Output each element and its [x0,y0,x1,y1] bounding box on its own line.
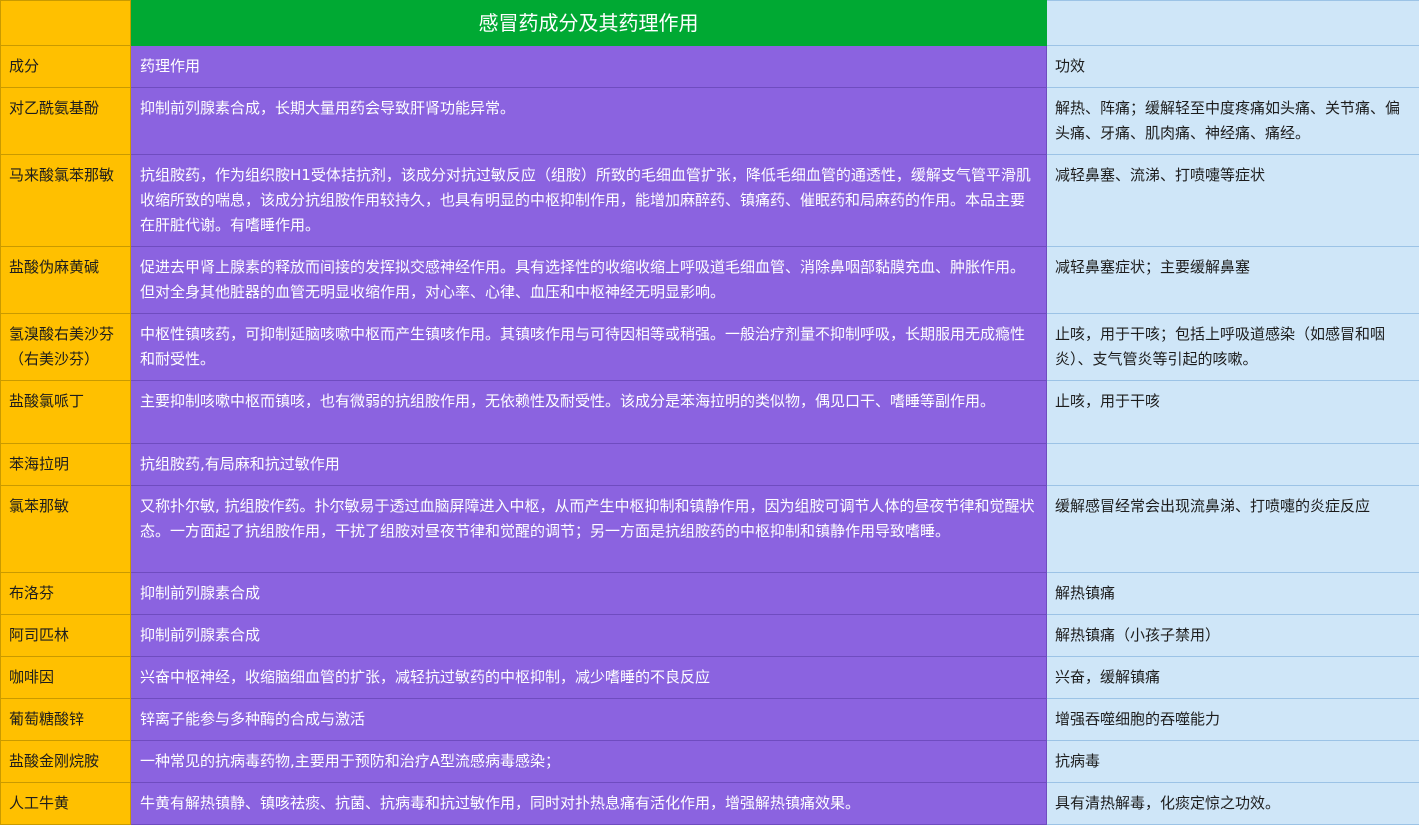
table-row: 对乙酰氨基酚 抑制前列腺素合成，长期大量用药会导致肝肾功能异常。 解热、阵痛；缓… [1,88,1419,155]
ingredient-effect: 止咳，用于干咳 [1047,381,1419,444]
ingredient-mechanism: 抗组胺药,有局麻和抗过敏作用 [131,444,1047,486]
ingredient-name: 氯苯那敏 [1,486,131,573]
ingredient-name: 苯海拉明 [1,444,131,486]
table-row: 人工牛黄 牛黄有解热镇静、镇咳祛痰、抗菌、抗病毒和抗过敏作用，同时对扑热息痛有活… [1,783,1419,825]
table-row: 阿司匹林 抑制前列腺素合成 解热镇痛（小孩子禁用） [1,615,1419,657]
ingredient-effect: 增强吞噬细胞的吞噬能力 [1047,699,1419,741]
table-row: 布洛芬 抑制前列腺素合成 解热镇痛 [1,573,1419,615]
ingredient-name: 人工牛黄 [1,783,131,825]
ingredient-mechanism: 又称扑尔敏, 抗组胺作药。扑尔敏易于透过血脑屏障进入中枢，从而产生中枢抑制和镇静… [131,486,1047,573]
table-row: 葡萄糖酸锌 锌离子能参与多种酶的合成与激活 增强吞噬细胞的吞噬能力 [1,699,1419,741]
ingredient-name: 氢溴酸右美沙芬（右美沙芬） [1,314,131,381]
table-row: 氯苯那敏 又称扑尔敏, 抗组胺作药。扑尔敏易于透过血脑屏障进入中枢，从而产生中枢… [1,486,1419,573]
ingredient-mechanism: 兴奋中枢神经，收缩脑细血管的扩张，减轻抗过敏药的中枢抑制，减少嗜睡的不良反应 [131,657,1047,699]
ingredient-effect: 抗病毒 [1047,741,1419,783]
ingredient-effect: 止咳，用于干咳；包括上呼吸道感染（如感冒和咽炎）、支气管炎等引起的咳嗽。 [1047,314,1419,381]
ingredient-name: 对乙酰氨基酚 [1,88,131,155]
ingredient-mechanism: 一种常见的抗病毒药物,主要用于预防和治疗A型流感病毒感染； [131,741,1047,783]
title-left-cell [1,1,131,46]
title-row: 感冒药成分及其药理作用 [1,1,1419,46]
header-name: 成分 [1,46,131,88]
ingredient-effect: 解热镇痛（小孩子禁用） [1047,615,1419,657]
ingredient-name: 盐酸氯哌丁 [1,381,131,444]
table-title: 感冒药成分及其药理作用 [131,1,1047,46]
ingredient-mechanism: 促进去甲肾上腺素的释放而间接的发挥拟交感神经作用。具有选择性的收缩收缩上呼吸道毛… [131,247,1047,314]
ingredient-mechanism: 抑制前列腺素合成，长期大量用药会导致肝肾功能异常。 [131,88,1047,155]
table-row: 盐酸伪麻黄碱 促进去甲肾上腺素的释放而间接的发挥拟交感神经作用。具有选择性的收缩… [1,247,1419,314]
ingredient-mechanism: 中枢性镇咳药，可抑制延脑咳嗽中枢而产生镇咳作用。其镇咳作用与可待因相等或稍强。一… [131,314,1047,381]
table-row: 盐酸金刚烷胺 一种常见的抗病毒药物,主要用于预防和治疗A型流感病毒感染； 抗病毒 [1,741,1419,783]
ingredient-effect: 缓解感冒经常会出现流鼻涕、打喷嚏的炎症反应 [1047,486,1419,573]
ingredient-effect: 解热镇痛 [1047,573,1419,615]
header-row: 成分 药理作用 功效 [1,46,1419,88]
ingredient-effect: 兴奋，缓解镇痛 [1047,657,1419,699]
ingredient-effect: 具有清热解毒，化痰定惊之功效。 [1047,783,1419,825]
table-row: 氢溴酸右美沙芬（右美沙芬） 中枢性镇咳药，可抑制延脑咳嗽中枢而产生镇咳作用。其镇… [1,314,1419,381]
ingredient-mechanism: 抑制前列腺素合成 [131,573,1047,615]
ingredient-effect: 减轻鼻塞症状；主要缓解鼻塞 [1047,247,1419,314]
ingredient-name: 阿司匹林 [1,615,131,657]
ingredient-mechanism: 抑制前列腺素合成 [131,615,1047,657]
ingredient-name: 葡萄糖酸锌 [1,699,131,741]
ingredient-name: 盐酸金刚烷胺 [1,741,131,783]
ingredient-name: 咖啡因 [1,657,131,699]
ingredient-name: 布洛芬 [1,573,131,615]
ingredient-mechanism: 锌离子能参与多种酶的合成与激活 [131,699,1047,741]
ingredient-effect: 解热、阵痛；缓解轻至中度疼痛如头痛、关节痛、偏头痛、牙痛、肌肉痛、神经痛、痛经。 [1047,88,1419,155]
drug-table: 感冒药成分及其药理作用 成分 药理作用 功效 对乙酰氨基酚 抑制前列腺素合成，长… [0,0,1419,825]
ingredient-name: 马来酸氯苯那敏 [1,155,131,247]
table-row: 咖啡因 兴奋中枢神经，收缩脑细血管的扩张，减轻抗过敏药的中枢抑制，减少嗜睡的不良… [1,657,1419,699]
header-mechanism: 药理作用 [131,46,1047,88]
table-row: 苯海拉明 抗组胺药,有局麻和抗过敏作用 [1,444,1419,486]
ingredient-name: 盐酸伪麻黄碱 [1,247,131,314]
ingredient-mechanism: 主要抑制咳嗽中枢而镇咳，也有微弱的抗组胺作用，无依赖性及耐受性。该成分是苯海拉明… [131,381,1047,444]
ingredient-mechanism: 抗组胺药，作为组织胺H1受体拮抗剂，该成分对抗过敏反应（组胺）所致的毛细血管扩张… [131,155,1047,247]
ingredient-effect: 减轻鼻塞、流涕、打喷嚏等症状 [1047,155,1419,247]
ingredient-effect [1047,444,1419,486]
table-row: 马来酸氯苯那敏 抗组胺药，作为组织胺H1受体拮抗剂，该成分对抗过敏反应（组胺）所… [1,155,1419,247]
header-effect: 功效 [1047,46,1419,88]
title-right-cell [1047,1,1419,46]
ingredient-mechanism: 牛黄有解热镇静、镇咳祛痰、抗菌、抗病毒和抗过敏作用，同时对扑热息痛有活化作用，增… [131,783,1047,825]
table-row: 盐酸氯哌丁 主要抑制咳嗽中枢而镇咳，也有微弱的抗组胺作用，无依赖性及耐受性。该成… [1,381,1419,444]
